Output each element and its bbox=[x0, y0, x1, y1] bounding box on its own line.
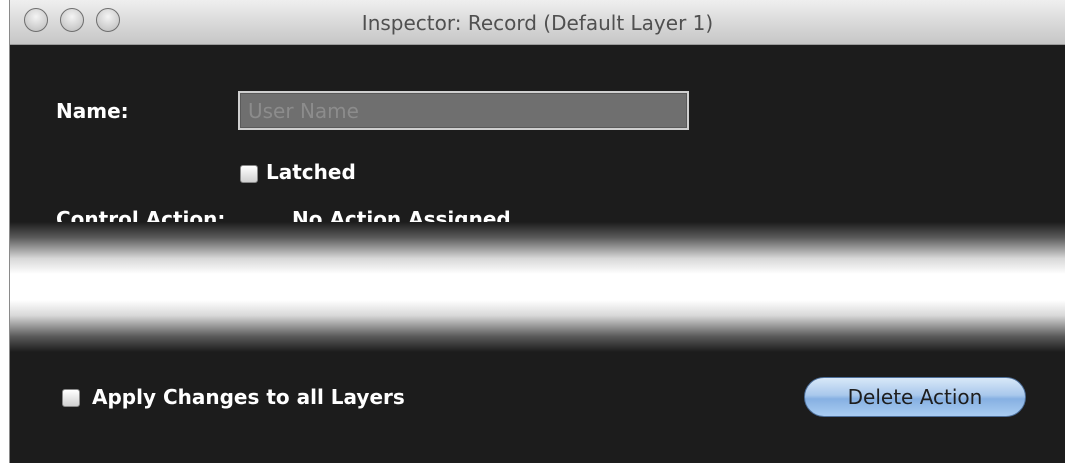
apply-all-layers-label: Apply Changes to all Layers bbox=[92, 385, 405, 409]
apply-all-layers-checkbox[interactable] bbox=[62, 389, 80, 407]
delete-action-button[interactable]: Delete Action bbox=[804, 377, 1026, 417]
inspector-window: Inspector: Record (Default Layer 1) Name… bbox=[10, 0, 1065, 463]
latched-label: Latched bbox=[266, 160, 356, 184]
window-title: Inspector: Record (Default Layer 1) bbox=[361, 11, 714, 35]
title-bar[interactable]: Inspector: Record (Default Layer 1) bbox=[10, 0, 1065, 45]
glow-divider bbox=[10, 222, 1065, 352]
latched-checkbox[interactable] bbox=[240, 165, 258, 183]
name-label: Name: bbox=[56, 99, 129, 123]
name-input[interactable] bbox=[238, 91, 689, 130]
